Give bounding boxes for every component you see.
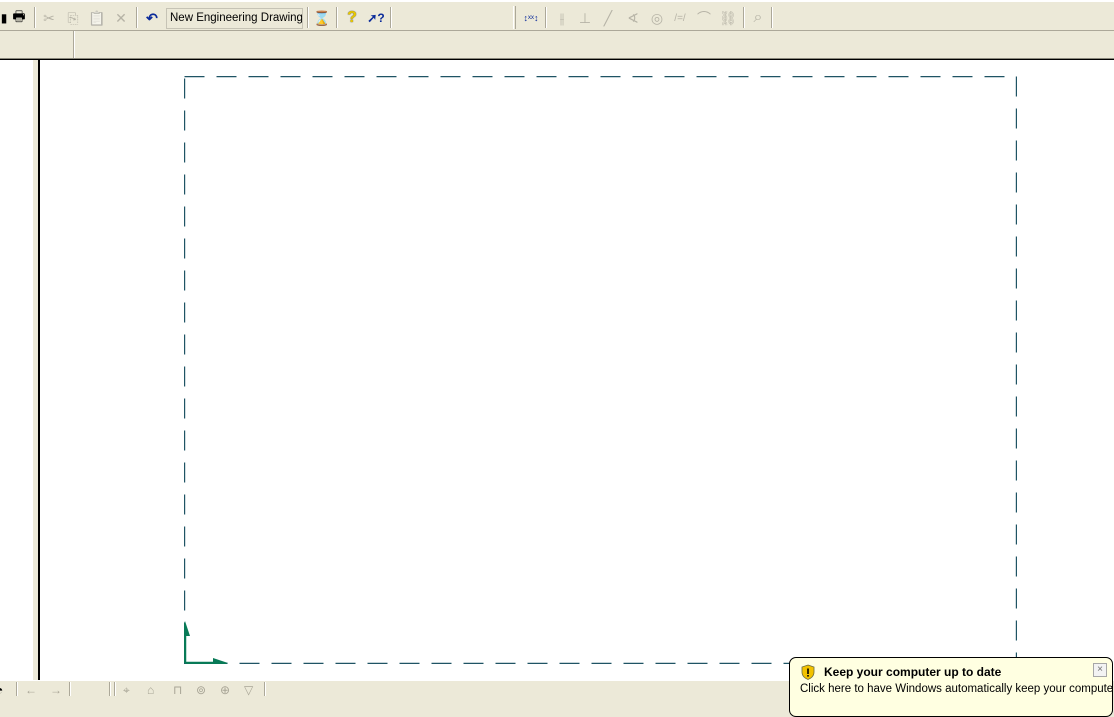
perpendicular-icon[interactable]: ⊥ <box>575 8 595 28</box>
toolbar-separator <box>771 7 773 28</box>
parallel-icon[interactable]: ⫲ <box>552 8 572 28</box>
toolbar-separator <box>743 7 745 28</box>
symmetric-icon[interactable]: /=/ <box>670 8 690 28</box>
toolbar-separator <box>34 7 36 28</box>
chain-icon[interactable]: ⛓ <box>718 8 738 28</box>
tangent-icon[interactable]: ⌒ <box>694 8 714 28</box>
notification-body[interactable]: Click here to have Windows automatically… <box>800 683 1114 695</box>
help-icon[interactable]: ? <box>342 8 362 28</box>
standard-toolbar: ▮ 🖶 ✂ ⎘ 📋 ✕ ↶ New Engineering Drawing ⌛ … <box>0 0 1114 31</box>
drawing-name-field[interactable]: New Engineering Drawing <box>166 8 303 29</box>
cut-icon[interactable]: ✂ <box>39 8 59 28</box>
sheet-border <box>184 76 1017 664</box>
status-separator <box>69 682 71 696</box>
dimension-icon[interactable]: ↕ˣˣ↕ <box>521 8 541 28</box>
angle-icon[interactable]: ∢ <box>623 8 643 28</box>
feature-tree-pane[interactable] <box>0 60 33 680</box>
status-separator <box>264 682 266 696</box>
drawing-sheet <box>184 76 1017 664</box>
status-separator <box>114 682 116 696</box>
security-shield-icon <box>801 664 815 680</box>
close-icon[interactable]: × <box>1093 663 1107 677</box>
zoom-icon[interactable]: ⌕ <box>748 8 768 28</box>
line-icon[interactable]: ╱ <box>598 8 618 28</box>
concentric-icon[interactable]: ◎ <box>647 8 667 28</box>
toolbar-separator <box>307 7 309 28</box>
status-separator <box>16 682 18 696</box>
undo-icon[interactable]: ↶ <box>142 8 162 28</box>
notification-title: Keep your computer up to date <box>824 665 1002 679</box>
constraint-icon[interactable]: ⌖ <box>123 683 130 698</box>
toolbar-grip[interactable] <box>513 6 516 29</box>
toolbar-separator <box>336 7 338 28</box>
x-axis-arrowhead <box>213 658 228 664</box>
copy-icon[interactable]: ⎘ <box>63 8 83 28</box>
whats-this-icon[interactable]: ➚? <box>366 8 386 28</box>
toolbar-separator <box>136 7 138 28</box>
hourglass-icon[interactable]: ⌛ <box>312 8 332 28</box>
delete-icon[interactable]: ✕ <box>111 8 131 28</box>
pane-divider <box>73 31 75 60</box>
toolbar-separator <box>390 7 392 28</box>
status-separator <box>109 682 111 696</box>
paste-icon[interactable]: 📋 <box>87 8 107 28</box>
secondary-toolbar <box>0 31 1114 60</box>
update-notification-balloon[interactable]: Keep your computer up to date Click here… <box>789 657 1114 717</box>
y-axis-arrowhead <box>184 621 190 636</box>
toolbar-separator <box>545 7 547 28</box>
print-icon[interactable]: 🖶 <box>9 8 29 28</box>
origin-axes <box>184 621 228 664</box>
